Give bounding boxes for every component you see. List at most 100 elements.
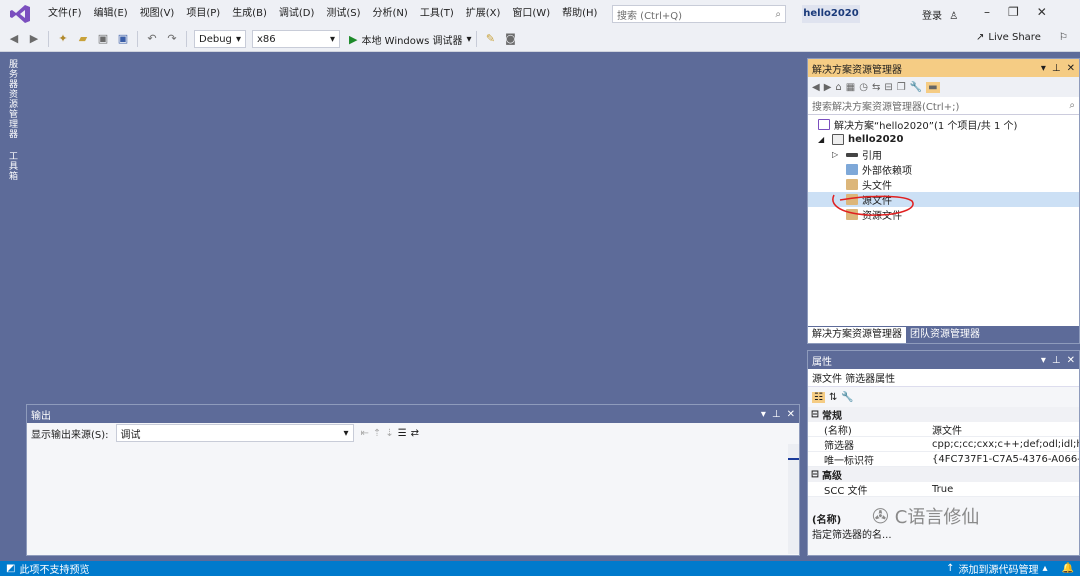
menu-tools[interactable]: 工具(T) (414, 0, 460, 27)
property-category-advanced[interactable]: ⊟ 高级 (808, 467, 1079, 482)
forward-icon[interactable]: ▶ (27, 32, 41, 46)
chevron-down-icon[interactable]: ▾ (1041, 63, 1046, 74)
solution-platform-select[interactable]: x86 ▾ (252, 30, 340, 48)
tree-item-references[interactable]: ▷ 引用 (808, 147, 1079, 162)
menu-debug[interactable]: 调试(D) (273, 0, 321, 27)
output-toolbar: 显示输出来源(S): 调试 ▾ ⇤ ⇡ ⇣ ☰ ⇄ (27, 423, 799, 443)
clear-all-icon[interactable]: ☰ (398, 428, 407, 439)
menu-window[interactable]: 窗口(W) (506, 0, 556, 27)
tree-item-external-deps[interactable]: 外部依赖项 (808, 162, 1079, 177)
output-scrollbar[interactable] (788, 444, 799, 554)
live-share-button[interactable]: ↗ Live Share ⚐ (976, 32, 1068, 43)
collapse-all-icon[interactable]: ⊟ (884, 82, 892, 93)
tab-solution-explorer[interactable]: 解决方案资源管理器 (808, 327, 906, 343)
collapse-icon[interactable]: ⊟ (808, 469, 822, 480)
menu-test[interactable]: 测试(S) (320, 0, 366, 27)
output-titlebar[interactable]: 输出 ▾ ⊥ ✕ (27, 405, 799, 423)
categorized-icon[interactable]: ☷ (812, 391, 825, 403)
toolbox-tab[interactable]: 工具箱 (6, 151, 19, 181)
property-row[interactable]: 筛选器 cpp;c;cc;cxx;c++;def;odl;idl;hp (808, 437, 1079, 452)
previous-message-icon[interactable]: ⇡ (373, 428, 381, 439)
visual-studio-logo-icon[interactable] (8, 4, 32, 24)
login-link[interactable]: 登录 ♙ (922, 7, 958, 22)
solution-explorer-titlebar[interactable]: 解决方案资源管理器 ▾ ⊥ ✕ (808, 59, 1079, 77)
browser-link-icon[interactable]: ✎ (484, 32, 498, 46)
property-value[interactable]: cpp;c;cc;cxx;c++;def;odl;idl;hp (928, 439, 1079, 450)
new-project-icon[interactable]: ✦ (56, 32, 70, 46)
preview-selected-icon[interactable]: ▬ (926, 81, 940, 93)
chevron-down-icon[interactable]: ▾ (761, 409, 766, 420)
tree-item-header-files[interactable]: 头文件 (808, 177, 1079, 192)
tab-team-explorer[interactable]: 团队资源管理器 (906, 327, 984, 343)
history-icon[interactable]: ◷ (859, 82, 868, 93)
next-message-icon[interactable]: ⇣ (385, 428, 393, 439)
properties-wrench-icon[interactable]: 🔧 (910, 82, 922, 93)
feedback-icon[interactable]: ⚐ (1059, 32, 1068, 43)
menu-analyze[interactable]: 分析(N) (367, 0, 414, 27)
restore-icon[interactable]: ❐ (1008, 5, 1019, 19)
screenshot-icon[interactable]: ◙ (504, 32, 518, 46)
property-value[interactable]: True (928, 484, 1079, 495)
forward-icon[interactable]: ▶ (824, 82, 832, 93)
tree-item-solution[interactable]: 解决方案“hello2020”(1 个项目/共 1 个) (808, 117, 1079, 132)
property-row[interactable]: (名称) 源文件 (808, 422, 1079, 437)
close-icon[interactable]: ✕ (1067, 355, 1075, 366)
properties-titlebar[interactable]: 属性 ▾ ⊥ ✕ (808, 351, 1079, 369)
pin-icon[interactable]: ⊥ (772, 409, 781, 420)
redo-icon[interactable]: ↷ (165, 32, 179, 46)
scroll-thumb[interactable] (788, 458, 799, 460)
notifications-bell-icon[interactable]: 🔔 (1062, 563, 1074, 574)
chevron-down-icon[interactable]: ▾ (1041, 355, 1046, 366)
solution-search-input[interactable]: 搜索解决方案资源管理器(Ctrl+;) ⌕ (808, 97, 1079, 115)
minimize-icon[interactable]: – (984, 5, 990, 19)
start-debugging-button[interactable]: ▶ 本地 Windows 调试器 ▾ (349, 32, 472, 47)
property-name: 唯一标识符 (824, 455, 874, 467)
server-explorer-tab[interactable]: 服务器资源管理器 (6, 59, 19, 139)
pin-icon[interactable]: ⊥ (1052, 63, 1061, 74)
property-pages-wrench-icon[interactable]: 🔧 (841, 392, 853, 403)
find-message-icon[interactable]: ⇤ (361, 428, 369, 439)
output-text-area[interactable] (28, 444, 788, 554)
property-row[interactable]: 唯一标识符 {4FC737F1-C7A5-4376-A066- (808, 452, 1079, 467)
menu-bar: 文件(F) 编辑(E) 视图(V) 项目(P) 生成(B) 调试(D) 测试(S… (0, 0, 1080, 27)
property-row[interactable]: SCC 文件 True (808, 482, 1079, 497)
expanded-arrow-icon[interactable]: ◢ (818, 135, 832, 144)
menu-extensions[interactable]: 扩展(X) (460, 0, 507, 27)
property-value[interactable]: 源文件 (928, 422, 1079, 437)
back-icon[interactable]: ◀ (812, 82, 820, 93)
menu-project[interactable]: 项目(P) (180, 0, 226, 27)
close-icon[interactable]: ✕ (1037, 5, 1047, 19)
menu-help[interactable]: 帮助(H) (556, 0, 603, 27)
alphabetical-icon[interactable]: ⇅ (829, 392, 837, 403)
word-wrap-icon[interactable]: ⇄ (411, 428, 419, 439)
menu-edit[interactable]: 编辑(E) (88, 0, 134, 27)
save-all-icon[interactable]: ▣ (116, 32, 130, 46)
properties-object-select[interactable]: 源文件 筛选器属性 (808, 369, 1079, 387)
solution-explorer-toolbar: ◀ ▶ ⌂ ▦ ◷ ⇆ ⊟ ❐ 🔧 ▬ (808, 77, 1079, 97)
property-category-general[interactable]: ⊟ 常规 (808, 407, 1079, 422)
close-icon[interactable]: ✕ (1067, 63, 1075, 74)
output-title: 输出 (31, 410, 51, 422)
home-icon[interactable]: ⌂ (835, 82, 841, 93)
pin-icon[interactable]: ⊥ (1052, 355, 1061, 366)
show-all-files-icon[interactable]: ❐ (897, 82, 906, 93)
collapse-icon[interactable]: ⊟ (808, 409, 822, 420)
solution-name-badge: hello2020 (802, 5, 860, 23)
output-source-select[interactable]: 调试 ▾ (115, 424, 354, 442)
back-icon[interactable]: ◀ (7, 32, 21, 46)
collapsed-arrow-icon[interactable]: ▷ (832, 150, 846, 159)
menu-view[interactable]: 视图(V) (134, 0, 181, 27)
save-icon[interactable]: ▣ (96, 32, 110, 46)
undo-icon[interactable]: ↶ (145, 32, 159, 46)
sync-icon[interactable]: ⇆ (872, 82, 880, 93)
add-to-source-control-button[interactable]: ↑ 添加到源代码管理 ▴ 🔔 (946, 561, 1074, 576)
solution-config-select[interactable]: Debug ▾ (194, 30, 246, 48)
close-icon[interactable]: ✕ (787, 409, 795, 420)
open-file-icon[interactable]: ▰ (76, 32, 90, 46)
menu-build[interactable]: 生成(B) (226, 0, 273, 27)
tree-item-project[interactable]: ◢ hello2020 (808, 132, 1079, 147)
switch-views-icon[interactable]: ▦ (846, 82, 855, 93)
property-value[interactable]: {4FC737F1-C7A5-4376-A066- (928, 454, 1079, 465)
menu-file[interactable]: 文件(F) (42, 0, 88, 27)
global-search-input[interactable]: 搜索 (Ctrl+Q) ⌕ (612, 5, 786, 23)
